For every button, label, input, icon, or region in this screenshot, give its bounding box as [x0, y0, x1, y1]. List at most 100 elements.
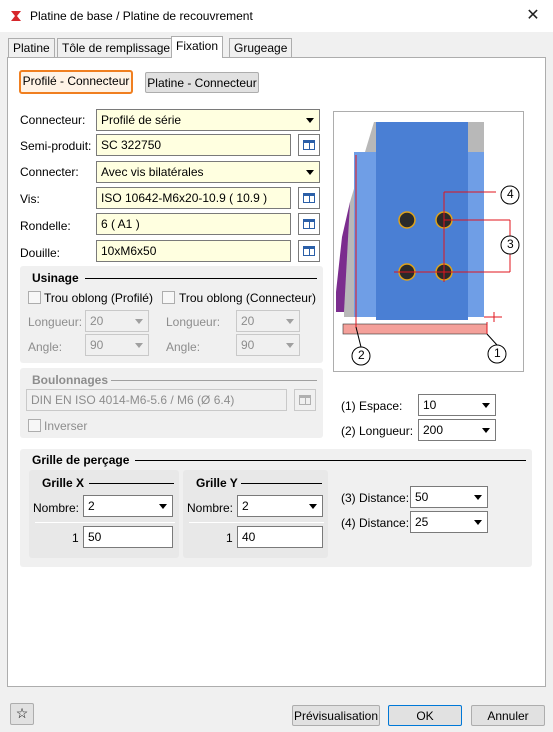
profile-connector-button[interactable]: Profilé - Connecteur	[19, 70, 133, 94]
chevron-down-icon	[482, 403, 490, 408]
semi-produit-field[interactable]: SC 322750	[96, 134, 291, 156]
divider	[89, 483, 174, 484]
divider	[111, 380, 317, 381]
longueur-value: 200	[423, 423, 444, 437]
trou-connecteur-checkbox[interactable]	[162, 291, 175, 304]
longueur-right-select[interactable]: 20	[236, 310, 300, 332]
longueur-right-value: 20	[241, 314, 255, 328]
longueur-select[interactable]: 200	[418, 419, 496, 441]
boulonnages-title: Boulonnages	[32, 373, 109, 387]
chevron-down-icon	[135, 319, 143, 324]
longueur-left-select[interactable]: 20	[85, 310, 149, 332]
connecter-value: Avec vis bilatérales	[101, 165, 204, 179]
grille-y-title: Grille Y	[196, 476, 238, 490]
inverser-checkbox[interactable]	[28, 419, 41, 432]
favorite-star-icon[interactable]: ☆	[10, 703, 34, 725]
douille-label: Douille:	[20, 246, 61, 260]
rondelle-field[interactable]: 6 ( A1 )	[96, 213, 291, 235]
connecteur-value: Profilé de série	[101, 113, 182, 127]
longueur-left-label: Longueur:	[28, 315, 83, 329]
chevron-down-icon	[306, 170, 314, 175]
angle-left-value: 90	[90, 338, 104, 352]
ok-button[interactable]: OK	[388, 705, 462, 726]
grille-x-nombre-value: 2	[88, 499, 95, 513]
usinage-title: Usinage	[32, 271, 79, 285]
distance4-select[interactable]: 25	[410, 511, 488, 533]
catalog-icon	[303, 246, 315, 256]
distance4-label: (4) Distance:	[341, 516, 410, 530]
connecteur-select[interactable]: Profilé de série	[96, 109, 320, 131]
trou-connecteur-label: Trou oblong (Connecteur)	[179, 291, 316, 305]
divider	[135, 460, 526, 461]
distance4-value: 25	[415, 515, 429, 529]
tab-platine[interactable]: Platine	[8, 38, 55, 59]
inverser-label: Inverser	[44, 419, 88, 433]
chevron-down-icon	[482, 428, 490, 433]
longueur-right-label: Longueur:	[166, 315, 221, 329]
espace-label: (1) Espace:	[341, 399, 403, 413]
grille-y-nombre-select[interactable]: 2	[237, 495, 323, 517]
chevron-down-icon	[474, 495, 482, 500]
grille-x-title: Grille X	[42, 476, 85, 490]
chevron-down-icon	[159, 504, 167, 509]
cancel-button[interactable]: Annuler	[471, 705, 545, 726]
douille-field[interactable]: 10xM6x50	[96, 240, 291, 262]
connection-preview: 2 4 3 1	[333, 111, 524, 372]
callout-1: 1	[494, 346, 501, 360]
grille-x-nombre-label: Nombre:	[33, 501, 80, 515]
vis-picker-button[interactable]	[298, 187, 320, 209]
angle-left-label: Angle:	[28, 340, 63, 354]
semi-produit-label: Semi-produit:	[20, 139, 92, 153]
catalog-icon	[299, 395, 311, 405]
chevron-down-icon	[286, 343, 294, 348]
tab-tole-remplissage[interactable]: Tôle de remplissage	[57, 38, 176, 59]
rondelle-picker-button[interactable]	[298, 213, 320, 235]
divider	[189, 522, 324, 523]
connecter-label: Connecter:	[20, 165, 79, 179]
angle-right-select[interactable]: 90	[236, 334, 300, 356]
boulonnage-field[interactable]: DIN EN ISO 4014-M6-5.6 / M6 (Ø 6.4)	[26, 389, 287, 411]
divider	[241, 483, 322, 484]
semi-produit-picker-button[interactable]	[298, 134, 320, 156]
vis-field[interactable]: ISO 10642-M6x20-10.9 ( 10.9 )	[96, 187, 291, 209]
close-icon[interactable]: ✕	[522, 6, 544, 26]
grille-y-nombre-label: Nombre:	[187, 501, 234, 515]
trou-profile-checkbox[interactable]	[28, 291, 41, 304]
tab-grugeage[interactable]: Grugeage	[229, 38, 293, 59]
chevron-down-icon	[309, 504, 317, 509]
angle-right-label: Angle:	[166, 340, 201, 354]
grille-x-nombre-select[interactable]: 2	[83, 495, 173, 517]
espace-select[interactable]: 10	[418, 394, 496, 416]
longueur-label: (2) Longueur:	[341, 424, 414, 438]
tab-fixation[interactable]: Fixation	[171, 36, 224, 58]
vis-label: Vis:	[20, 192, 40, 206]
distance3-label: (3) Distance:	[341, 491, 410, 505]
grille-y-row-field[interactable]: 40	[237, 526, 323, 548]
distance3-select[interactable]: 50	[410, 486, 488, 508]
app-logo-icon	[11, 11, 21, 21]
chevron-down-icon	[135, 343, 143, 348]
chevron-down-icon	[306, 118, 314, 123]
plate-connector-button[interactable]: Platine - Connecteur	[145, 72, 259, 93]
connecter-select[interactable]: Avec vis bilatérales	[96, 161, 320, 183]
callout-4: 4	[507, 187, 514, 201]
catalog-icon	[303, 140, 315, 150]
grille-y-nombre-value: 2	[242, 499, 249, 513]
chevron-down-icon	[286, 319, 294, 324]
grille-x-row-field[interactable]: 50	[83, 526, 173, 548]
preview-drawing	[336, 122, 520, 366]
plate-front	[376, 122, 468, 320]
espace-value: 10	[423, 398, 437, 412]
chevron-down-icon	[474, 520, 482, 525]
preview-button[interactable]: Prévisualisation	[292, 705, 380, 726]
trou-profile-label: Trou oblong (Profilé)	[44, 291, 153, 305]
boulonnage-picker-button[interactable]	[294, 389, 316, 411]
angle-left-select[interactable]: 90	[85, 334, 149, 356]
divider	[35, 522, 175, 523]
callout-3: 3	[507, 237, 514, 251]
douille-picker-button[interactable]	[298, 240, 320, 262]
distance3-value: 50	[415, 490, 429, 504]
catalog-icon	[303, 193, 315, 203]
connecteur-label: Connecteur:	[20, 113, 86, 127]
grille-y-row-index: 1	[226, 531, 233, 545]
